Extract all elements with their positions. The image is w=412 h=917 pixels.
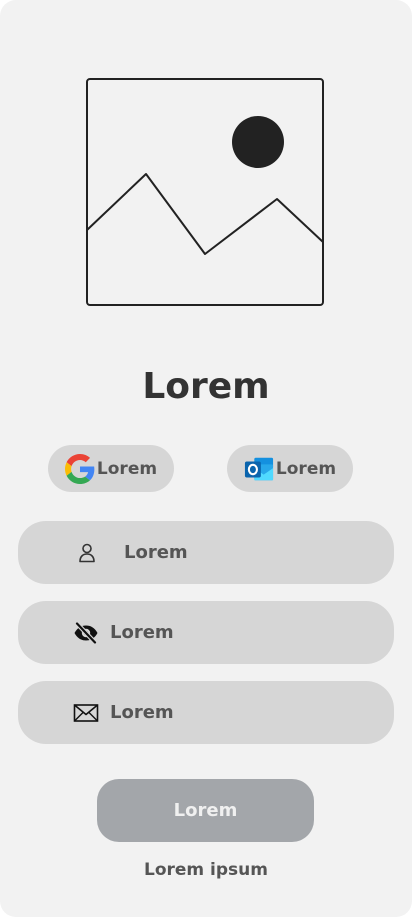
password-placeholder: Lorem (110, 622, 174, 643)
google-signin-button[interactable]: Lorem (48, 445, 174, 492)
user-icon (73, 541, 101, 565)
page-title: Lorem (142, 366, 270, 407)
email-placeholder: Lorem (110, 702, 174, 723)
email-field[interactable]: Lorem (18, 681, 394, 744)
google-icon (64, 453, 95, 484)
outlook-icon (244, 454, 274, 484)
outlook-signin-button[interactable]: Lorem (227, 445, 353, 492)
google-signin-label: Lorem (96, 458, 158, 479)
envelope-icon (72, 701, 100, 725)
secondary-link[interactable]: Lorem ipsum (0, 860, 412, 880)
image-placeholder-icon (86, 78, 324, 306)
password-field[interactable]: Lorem (18, 601, 394, 664)
username-placeholder: Lorem (124, 542, 188, 563)
login-screen: Lorem Lorem Lorem Lorem Lorem Lorem Lore… (0, 0, 412, 917)
username-field[interactable]: Lorem (18, 521, 394, 584)
eye-off-icon[interactable] (72, 621, 100, 645)
outlook-signin-label: Lorem (275, 458, 337, 479)
submit-button[interactable]: Lorem (97, 779, 314, 842)
